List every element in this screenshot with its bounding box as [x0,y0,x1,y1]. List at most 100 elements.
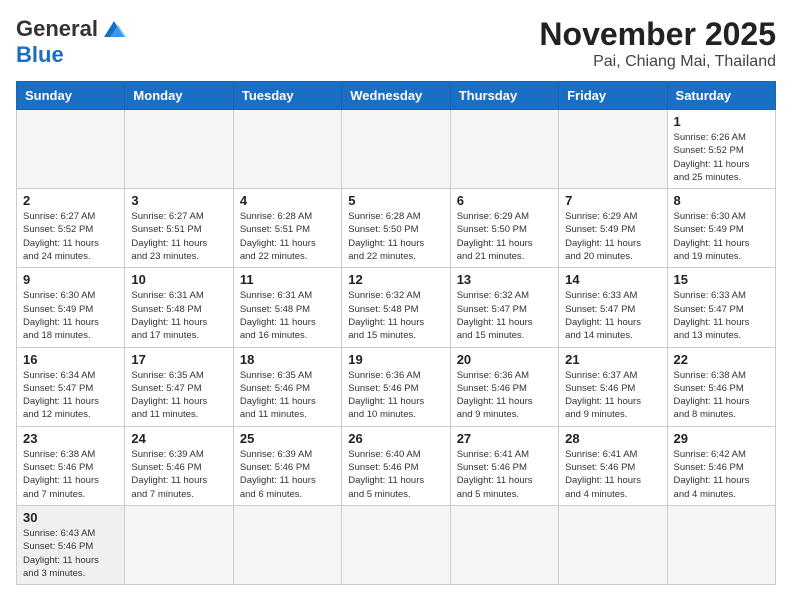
calendar-week-2: 2 Sunrise: 6:27 AM Sunset: 5:52 PM Daylig… [17,189,776,268]
day-number: 26 [348,431,443,446]
calendar-cell: 7 Sunrise: 6:29 AM Sunset: 5:49 PM Daylig… [559,189,667,268]
calendar-week-5: 23Sunrise: 6:38 AM Sunset: 5:46 PM Dayli… [17,426,776,505]
calendar-cell [559,505,667,584]
weekday-header-wednesday: Wednesday [342,82,450,110]
calendar-cell: 3 Sunrise: 6:27 AM Sunset: 5:51 PM Daylig… [125,189,233,268]
calendar-cell: 24Sunrise: 6:39 AM Sunset: 5:46 PM Dayli… [125,426,233,505]
day-info: Sunrise: 6:40 AM Sunset: 5:46 PM Dayligh… [348,448,443,501]
calendar-cell [450,110,558,189]
calendar-cell: 16 Sunrise: 6:34 AM Sunset: 5:47 PM Dayli… [17,347,125,426]
weekday-header-sunday: Sunday [17,82,125,110]
calendar-cell [342,110,450,189]
day-info: Sunrise: 6:37 AM Sunset: 5:46 PM Dayligh… [565,369,660,422]
weekday-header-row: SundayMondayTuesdayWednesdayThursdayFrid… [17,82,776,110]
calendar-cell: 29Sunrise: 6:42 AM Sunset: 5:46 PM Dayli… [667,426,775,505]
calendar-cell [125,505,233,584]
day-number: 16 [23,352,118,367]
calendar-cell: 12 Sunrise: 6:32 AM Sunset: 5:48 PM Dayli… [342,268,450,347]
day-info: Sunrise: 6:39 AM Sunset: 5:46 PM Dayligh… [131,448,226,501]
location: Pai, Chiang Mai, Thailand [539,53,776,71]
logo-icon [100,19,128,39]
day-number: 21 [565,352,660,367]
day-number: 11 [240,272,335,287]
calendar-cell: 11 Sunrise: 6:31 AM Sunset: 5:48 PM Dayli… [233,268,341,347]
day-info: Sunrise: 6:36 AM Sunset: 5:46 PM Dayligh… [457,369,552,422]
calendar-cell: 28Sunrise: 6:41 AM Sunset: 5:46 PM Dayli… [559,426,667,505]
day-info: Sunrise: 6:26 AM Sunset: 5:52 PM Dayligh… [674,131,769,184]
day-info: Sunrise: 6:28 AM Sunset: 5:51 PM Dayligh… [240,210,335,263]
day-number: 7 [565,193,660,208]
day-info: Sunrise: 6:29 AM Sunset: 5:49 PM Dayligh… [565,210,660,263]
day-info: Sunrise: 6:33 AM Sunset: 5:47 PM Dayligh… [674,289,769,342]
day-info: Sunrise: 6:28 AM Sunset: 5:50 PM Dayligh… [348,210,443,263]
calendar-cell: 6Sunrise: 6:29 AM Sunset: 5:50 PM Daylig… [450,189,558,268]
day-number: 10 [131,272,226,287]
calendar-cell: 21 Sunrise: 6:37 AM Sunset: 5:46 PM Dayli… [559,347,667,426]
calendar-cell: 17 Sunrise: 6:35 AM Sunset: 5:47 PM Dayli… [125,347,233,426]
logo-blue-text: Blue [16,42,64,68]
calendar-cell: 20Sunrise: 6:36 AM Sunset: 5:46 PM Dayli… [450,347,558,426]
day-info: Sunrise: 6:41 AM Sunset: 5:46 PM Dayligh… [457,448,552,501]
day-number: 6 [457,193,552,208]
day-number: 9 [23,272,118,287]
day-info: Sunrise: 6:38 AM Sunset: 5:46 PM Dayligh… [23,448,118,501]
day-info: Sunrise: 6:39 AM Sunset: 5:46 PM Dayligh… [240,448,335,501]
day-number: 4 [240,193,335,208]
day-number: 19 [348,352,443,367]
month-year: November 2025 [539,16,776,53]
calendar-cell: 25 Sunrise: 6:39 AM Sunset: 5:46 PM Dayli… [233,426,341,505]
logo: General Blue [16,16,128,68]
calendar-cell: 4 Sunrise: 6:28 AM Sunset: 5:51 PM Daylig… [233,189,341,268]
calendar-cell: 15Sunrise: 6:33 AM Sunset: 5:47 PM Dayli… [667,268,775,347]
calendar-cell [559,110,667,189]
day-number: 12 [348,272,443,287]
day-info: Sunrise: 6:27 AM Sunset: 5:52 PM Dayligh… [23,210,118,263]
day-info: Sunrise: 6:32 AM Sunset: 5:48 PM Dayligh… [348,289,443,342]
calendar-table: SundayMondayTuesdayWednesdayThursdayFrid… [16,81,776,585]
day-number: 18 [240,352,335,367]
day-number: 27 [457,431,552,446]
day-info: Sunrise: 6:27 AM Sunset: 5:51 PM Dayligh… [131,210,226,263]
calendar-cell [450,505,558,584]
day-number: 17 [131,352,226,367]
calendar-cell: 30Sunrise: 6:43 AM Sunset: 5:46 PM Dayli… [17,505,125,584]
day-info: Sunrise: 6:36 AM Sunset: 5:46 PM Dayligh… [348,369,443,422]
weekday-header-saturday: Saturday [667,82,775,110]
calendar-week-1: 1 Sunrise: 6:26 AM Sunset: 5:52 PM Daylig… [17,110,776,189]
calendar-week-3: 9Sunrise: 6:30 AM Sunset: 5:49 PM Daylig… [17,268,776,347]
day-number: 3 [131,193,226,208]
weekday-header-friday: Friday [559,82,667,110]
calendar-cell: 27 Sunrise: 6:41 AM Sunset: 5:46 PM Dayli… [450,426,558,505]
calendar-week-4: 16 Sunrise: 6:34 AM Sunset: 5:47 PM Dayli… [17,347,776,426]
day-info: Sunrise: 6:35 AM Sunset: 5:47 PM Dayligh… [131,369,226,422]
calendar-cell: 5 Sunrise: 6:28 AM Sunset: 5:50 PM Daylig… [342,189,450,268]
day-info: Sunrise: 6:43 AM Sunset: 5:46 PM Dayligh… [23,527,118,580]
day-info: Sunrise: 6:33 AM Sunset: 5:47 PM Dayligh… [565,289,660,342]
month-title: November 2025 Pai, Chiang Mai, Thailand [539,16,776,71]
calendar-cell: 8Sunrise: 6:30 AM Sunset: 5:49 PM Daylig… [667,189,775,268]
calendar-cell: 9Sunrise: 6:30 AM Sunset: 5:49 PM Daylig… [17,268,125,347]
day-number: 1 [674,114,769,129]
calendar-cell [342,505,450,584]
day-info: Sunrise: 6:31 AM Sunset: 5:48 PM Dayligh… [240,289,335,342]
calendar-cell [233,110,341,189]
day-number: 14 [565,272,660,287]
day-number: 29 [674,431,769,446]
weekday-header-monday: Monday [125,82,233,110]
day-info: Sunrise: 6:38 AM Sunset: 5:46 PM Dayligh… [674,369,769,422]
day-number: 5 [348,193,443,208]
calendar-cell: 19 Sunrise: 6:36 AM Sunset: 5:46 PM Dayli… [342,347,450,426]
calendar-cell: 2 Sunrise: 6:27 AM Sunset: 5:52 PM Daylig… [17,189,125,268]
weekday-header-tuesday: Tuesday [233,82,341,110]
calendar-cell: 18Sunrise: 6:35 AM Sunset: 5:46 PM Dayli… [233,347,341,426]
calendar-week-6: 30Sunrise: 6:43 AM Sunset: 5:46 PM Dayli… [17,505,776,584]
day-number: 2 [23,193,118,208]
day-number: 25 [240,431,335,446]
day-info: Sunrise: 6:34 AM Sunset: 5:47 PM Dayligh… [23,369,118,422]
day-number: 13 [457,272,552,287]
day-number: 8 [674,193,769,208]
calendar-cell [17,110,125,189]
day-info: Sunrise: 6:41 AM Sunset: 5:46 PM Dayligh… [565,448,660,501]
day-info: Sunrise: 6:32 AM Sunset: 5:47 PM Dayligh… [457,289,552,342]
calendar-cell: 1 Sunrise: 6:26 AM Sunset: 5:52 PM Daylig… [667,110,775,189]
